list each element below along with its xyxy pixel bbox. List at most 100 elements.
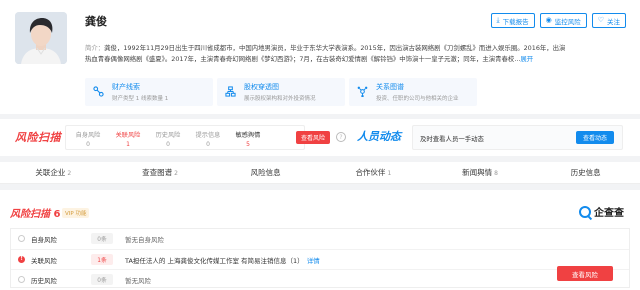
quick-cards: 财产线索 财产类型 1 线索数量 1 股权穿透图 展示股权架构和对外投资情况 关… <box>85 78 477 106</box>
risk-row-self: 自身风险 0条 暂无自身风险 <box>11 229 629 249</box>
person-name: 龚俊 <box>85 15 107 28</box>
card-title: 股权穿透图 <box>244 83 279 91</box>
risk-item-sentiment[interactable]: 敏感舆情 5 <box>228 130 268 148</box>
card-wealth-clues[interactable]: 财产线索 财产类型 1 线索数量 1 <box>85 78 213 106</box>
risk-row-desc: 暂无自身风险 <box>125 236 164 244</box>
card-subtitle: 展示股权架构和对外投资情况 <box>244 96 316 102</box>
risk-row-desc: TA担任法人的 上海龚俊文化传媒工作室 有简易注销信息（1） <box>125 257 304 265</box>
tab-risk-info[interactable]: 风险信息 <box>213 162 320 183</box>
bio: 简介：龚俊，1992年11月29日出生于四川省成都市，中国内地男演员，毕业于东华… <box>85 43 595 65</box>
tab-history[interactable]: 历史信息 <box>533 162 640 183</box>
details-link[interactable]: 详情 <box>307 257 320 265</box>
risk-item-label: 敏感舆情 <box>235 132 261 139</box>
section-check-risk-button[interactable]: 查看风险 <box>557 266 613 281</box>
tab-count: 2 <box>67 170 72 177</box>
risk-item-value: 0 <box>206 141 210 148</box>
risk-row-related: 关联风险 1条 TA担任法人的 上海龚俊文化传媒工作室 有简易注销信息（1）详情 <box>11 249 629 269</box>
monitor-icon: ◉ <box>545 16 552 24</box>
risk-row-name: 历史风险 <box>31 277 57 285</box>
tab-label: 查查图谱 <box>142 168 173 177</box>
person-news-text: 及时查看人员一手动态 <box>420 135 484 143</box>
follow-button[interactable]: ♡ 关注 <box>591 13 626 28</box>
card-title: 关系图谱 <box>376 83 404 91</box>
risk-scan-logo: 风险扫描 <box>15 131 61 144</box>
section-title: 风险扫描 6 <box>10 205 60 220</box>
risk-row-count: 0条 <box>91 233 113 244</box>
tab-label: 历史信息 <box>570 168 601 177</box>
bio-text-1: 龚俊，1992年11月29日出生于四川省成都市，中国内地男演员，毕业于东华大学表… <box>104 44 566 52</box>
alert-dot-icon <box>18 256 25 263</box>
risk-item-self[interactable]: 自身风险 0 <box>68 130 108 148</box>
heart-icon: ♡ <box>597 16 604 24</box>
risk-rows: 自身风险 0条 暂无自身风险 关联风险 1条 TA担任法人的 上海龚俊文化传媒工… <box>10 228 630 288</box>
card-title: 财产线索 <box>112 83 140 91</box>
check-news-button[interactable]: 查看动态 <box>576 131 614 144</box>
card-subtitle: 财产类型 1 线索数量 1 <box>112 96 169 102</box>
section-count: 6 <box>53 209 61 220</box>
card-equity-chart[interactable]: 股权穿透图 展示股权架构和对外投资情况 <box>217 78 345 106</box>
vip-badge: VIP 功能 <box>62 208 90 218</box>
risk-row-count: 0条 <box>91 274 113 285</box>
tab-relation-graph[interactable]: 查查图谱 2 <box>107 162 214 183</box>
tab-label: 风险信息 <box>250 168 281 177</box>
risk-row-name: 关联风险 <box>31 257 57 265</box>
download-report-button[interactable]: ⤓ 下载报告 <box>490 13 535 28</box>
avatar[interactable] <box>15 12 67 64</box>
risk-item-value: 5 <box>246 141 250 148</box>
tab-label: 新闻舆情 <box>462 168 493 177</box>
risk-row-desc: 暂无风险 <box>125 277 151 285</box>
bio-label: 简介： <box>85 44 105 52</box>
tab-count: 1 <box>387 170 392 177</box>
help-icon[interactable]: ? <box>336 132 346 142</box>
person-news-box: 及时查看人员一手动态 查看动态 <box>412 125 623 150</box>
tab-label: 合作伙伴 <box>355 168 386 177</box>
risk-row-history: 历史风险 0条 暂无风险 <box>11 269 629 289</box>
card-relation-map[interactable]: 关系图谱 投资、任职的公司与他相关的企业 <box>349 78 477 106</box>
tab-news[interactable]: 新闻舆情 8 <box>427 162 534 183</box>
qcc-logo-icon <box>579 205 591 218</box>
risk-item-label: 自身风险 <box>75 132 101 139</box>
risk-scan-bar: 风险扫描 自身风险 0 关联风险 1 历史风险 0 提示信息 0 敏感舆情 5 … <box>0 119 640 156</box>
bio-expand-link[interactable]: 展开 <box>520 55 533 63</box>
tab-count: 8 <box>494 170 498 177</box>
monitor-risk-label: 监控风险 <box>554 17 581 26</box>
follow-label: 关注 <box>607 17 620 26</box>
risk-row-count: 1条 <box>91 254 113 265</box>
check-risk-button[interactable]: 查看风险 <box>296 131 330 144</box>
risk-item-value: 1 <box>126 141 130 148</box>
card-subtitle: 投资、任职的公司与他相关的企业 <box>376 96 459 102</box>
bio-text-2: 热血青春偶像网络剧《盛夏》。2017年，主演青春奇幻网络剧《梦幻西游》；7月，在… <box>85 55 521 63</box>
section-tabs: 关联企业 2 查查图谱 2 风险信息 合作伙伴 1 新闻舆情 8 历史信息 <box>0 162 640 184</box>
risk-item-label: 关联风险 <box>115 132 141 139</box>
monitor-risk-button[interactable]: ◉ 监控风险 <box>539 13 587 28</box>
status-dot-icon <box>18 235 25 242</box>
risk-item-label: 历史风险 <box>155 132 181 139</box>
profile-card: 龚俊 ⤓ 下载报告 ◉ 监控风险 ♡ 关注 简介：龚俊，1992年11月29日出… <box>0 0 640 114</box>
download-icon: ⤓ <box>496 16 500 24</box>
risk-item-related[interactable]: 关联风险 1 <box>108 130 148 148</box>
risk-item-label: 提示信息 <box>195 132 221 139</box>
risk-row-desc-wrap: TA担任法人的 上海龚俊文化传媒工作室 有简易注销信息（1） 详情 <box>125 255 320 265</box>
risk-item-history[interactable]: 历史风险 0 <box>148 130 188 148</box>
tab-partners[interactable]: 合作伙伴 1 <box>320 162 427 183</box>
bio-line-1: 简介：龚俊，1992年11月29日出生于四川省成都市，中国内地男演员，毕业于东华… <box>85 43 595 54</box>
tab-label: 关联企业 <box>35 168 66 177</box>
risk-item-value: 0 <box>86 141 90 148</box>
brand-logo: 企查查 <box>579 204 624 219</box>
risk-item-value: 0 <box>166 141 170 148</box>
brand-name: 企查查 <box>594 208 624 219</box>
tab-related-companies[interactable]: 关联企业 2 <box>0 162 107 183</box>
risk-item-notice[interactable]: 提示信息 0 <box>188 130 228 148</box>
wealth-icon <box>93 86 104 97</box>
risk-row-name: 自身风险 <box>31 236 57 244</box>
download-report-label: 下载报告 <box>502 17 529 26</box>
risk-summary-box: 自身风险 0 关联风险 1 历史风险 0 提示信息 0 敏感舆情 5 <box>65 125 305 150</box>
risk-scan-section: 风险扫描 6 VIP 功能 企查查 自身风险 0条 暂无自身风险 关联风险 1条… <box>0 190 640 290</box>
tab-count: 2 <box>174 170 178 177</box>
equity-chart-icon <box>225 86 236 97</box>
bio-line-2: 热血青春偶像网络剧《盛夏》。2017年，主演青春奇幻网络剧《梦幻西游》；7月，在… <box>85 54 595 65</box>
relation-map-icon <box>357 86 368 97</box>
top-action-buttons: ⤓ 下载报告 ◉ 监控风险 ♡ 关注 <box>490 13 626 28</box>
status-dot-icon <box>18 276 25 283</box>
person-news-logo: 人员动态 <box>357 130 401 143</box>
